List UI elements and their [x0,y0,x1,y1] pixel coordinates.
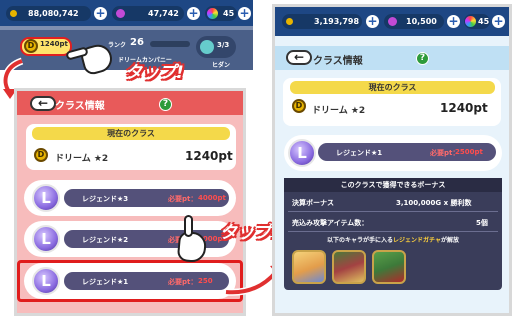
right-current-class-name: ドリーム ★2 [312,106,366,116]
coin-icon [10,10,17,17]
legend-medal-icon: L [32,184,60,212]
class-row-name: レジェンド★2 [82,236,129,244]
money-value: 3,193,798 [314,17,360,26]
add-money-button[interactable]: + [94,7,107,20]
selection-highlight [17,260,243,302]
bonus-value: 5個 [476,219,488,227]
character-portrait[interactable] [372,250,406,284]
count-display: 3/3 [196,36,236,58]
right-current-class-header: 現在のクラス [290,81,495,94]
character-portrait[interactable] [332,250,366,284]
right-current-class-points: 1240pt [440,101,488,115]
character-portrait[interactable] [292,250,326,284]
class-row-req-label: 必要pt： [168,195,198,203]
money-display: 88,080,742 [6,6,91,21]
coin-icon [286,18,293,25]
add-gems-button[interactable]: + [187,7,200,20]
bonus-label: 売込み攻撃アイテム数： [292,219,369,227]
class-row-req-value: 4000pt [198,194,226,202]
add-gems-button[interactable]: + [447,15,460,28]
gem-icon [388,17,397,26]
gems-display: 47,742 [112,6,184,21]
class-chip-value: 1240pt [40,40,68,48]
bonus-divider [288,231,498,232]
money-value: 88,080,742 [28,9,79,18]
legend-class-req-value: 2500pt [455,148,483,156]
stamina-orb-icon [465,16,476,27]
gems-value: 10,500 [406,17,437,26]
legend-class-name: レジェンド★1 [336,149,383,157]
legend-medal-icon: L [288,139,316,167]
stamina-orb-icon [207,8,218,19]
dream-coin-icon: D [34,148,48,162]
count-value: 3/3 [217,41,230,49]
class-row-name: レジェンド★3 [82,195,129,203]
stamina-display: 45 [205,6,237,21]
stamina-display: 45 [464,14,490,29]
bonus-divider [288,211,498,212]
left-panel-title: クラス情報 [55,101,105,112]
count-icon [200,40,214,54]
pointing-finger-icon [184,215,193,237]
back-arrow-icon: ← [37,96,49,110]
legend-medal-icon: L [32,225,60,253]
gacha-unlock-text: 以下のキャラが手に入るレジェンドガチャが解放 [288,235,498,244]
gacha-prefix: 以下のキャラが手に入る [327,237,394,244]
back-arrow-icon: ← [293,50,305,64]
left-current-class-name: ドリーム ★2 [55,154,109,164]
right-panel-title: クラス情報 [313,56,363,67]
rank-label: ランク [108,42,127,49]
add-stamina-button[interactable]: + [238,7,251,20]
back-button[interactable]: ← [286,50,312,65]
money-display: 3,193,798 [282,14,362,29]
add-money-button[interactable]: + [366,15,379,28]
help-icon[interactable]: ? [416,52,429,65]
gacha-suffix: が解放 [440,237,459,244]
left-current-class-points: 1240pt [185,149,233,163]
bonus-value: 3,100,000G x 勝利数 [396,199,472,207]
bonus-label: 決算ボーナス [292,199,334,207]
bonus-header: このクラスで獲得できるボーナス [284,178,502,192]
gems-display: 10,500 [384,14,444,29]
dream-coin-icon: D [292,99,306,113]
tap-label-1: タップ! [125,63,184,83]
class-coin-icon: D [24,39,38,53]
left-current-class-header: 現在のクラス [32,127,230,140]
stamina-value: 45 [478,17,490,26]
help-icon[interactable]: ? [159,98,172,111]
stamina-value: 45 [223,9,235,18]
gems-value: 47,742 [148,9,179,18]
gem-icon [116,9,125,18]
add-stamina-button[interactable]: + [492,15,505,28]
rank-progress-bar [150,41,190,47]
tap-label-2: タップ! [220,223,279,243]
back-button[interactable]: ← [30,96,56,111]
count-sub: ヒダン [212,62,231,69]
gacha-highlight: レジェンドガチャ [393,237,441,244]
rank-value: 26 [130,37,144,48]
